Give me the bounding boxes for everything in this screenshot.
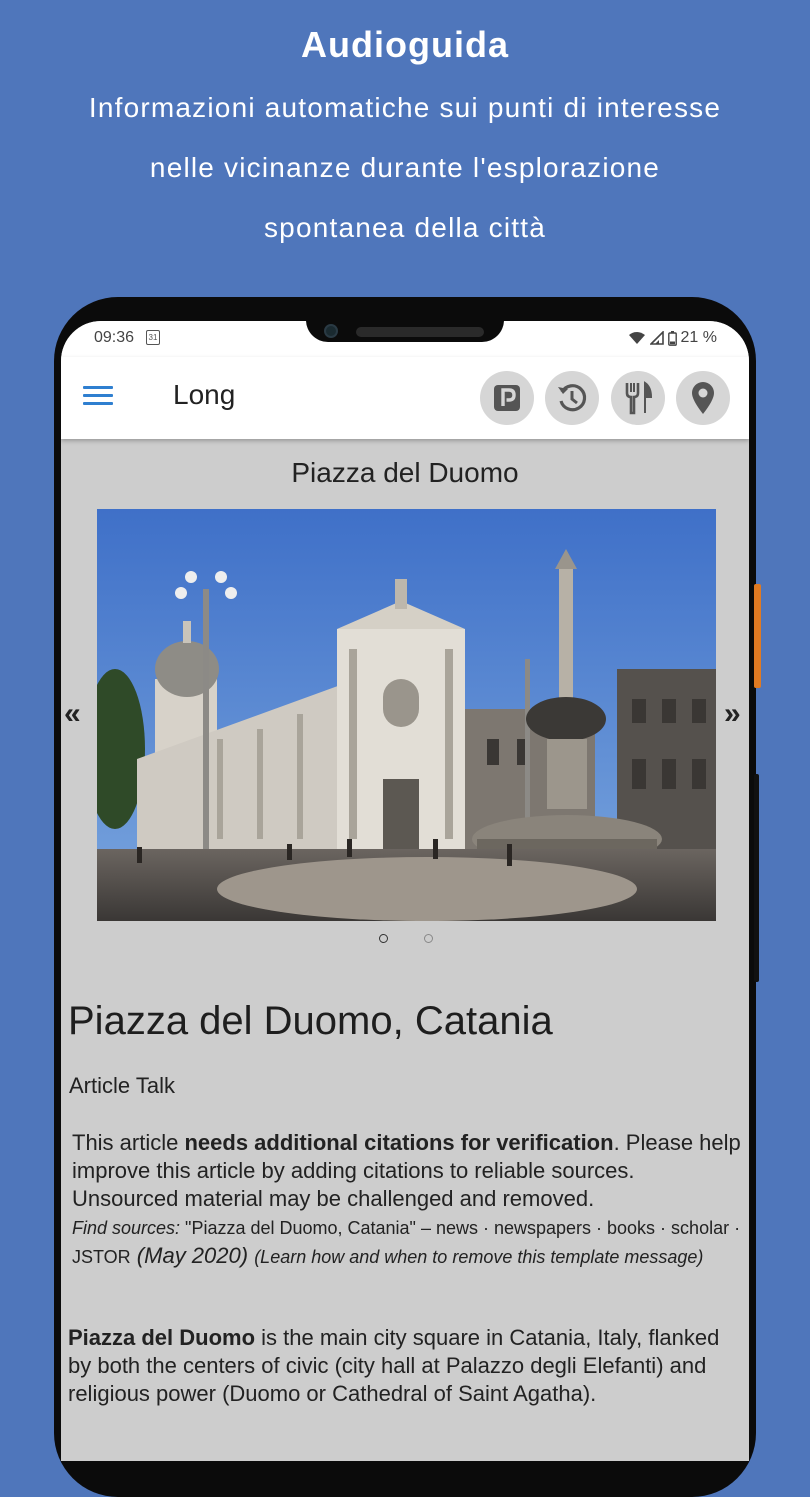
- restaurant-icon: [625, 381, 653, 415]
- article-paragraph: Piazza del Duomo is the main city square…: [68, 1324, 740, 1408]
- carousel-prev-button[interactable]: «: [64, 697, 81, 731]
- promo-line-1: Informazioni automatiche sui punti di in…: [88, 92, 722, 123]
- phone-side-button: [754, 584, 761, 688]
- front-camera: [324, 324, 338, 338]
- restaurant-button[interactable]: [611, 371, 665, 425]
- signal-icon: [649, 331, 664, 345]
- location-button[interactable]: [676, 371, 730, 425]
- status-time: 09:36: [94, 329, 135, 346]
- promo-line-3: spontanea della città: [263, 212, 547, 243]
- location-pin-icon: [692, 382, 714, 414]
- parking-button[interactable]: [480, 371, 534, 425]
- camera-notch: [306, 321, 504, 342]
- carousel-next-button[interactable]: »: [724, 697, 741, 731]
- app-bar: Long: [61, 357, 749, 439]
- status-bar: 09:36 31 21 %: [61, 321, 749, 357]
- citation-notice: This article needs additional citations …: [72, 1129, 744, 1271]
- history-button[interactable]: [545, 371, 599, 425]
- app-title: Long: [173, 379, 236, 410]
- battery-icon: [667, 330, 677, 346]
- calendar-icon: 31: [146, 330, 160, 345]
- pagination-dot[interactable]: [424, 934, 433, 943]
- parking-icon: [494, 385, 520, 411]
- notice-date: (May 2020): [130, 1243, 255, 1268]
- paragraph-subject: Piazza del Duomo: [68, 1325, 256, 1350]
- promo-line-2: nelle vicinanze durante l'esplorazione: [149, 152, 661, 183]
- phone-screen: 09:36 31 21 % Long Piazza del Duomo « » …: [61, 321, 749, 1461]
- place-photo[interactable]: [97, 509, 716, 921]
- notice-bold[interactable]: needs additional citations for verificat…: [184, 1130, 613, 1155]
- notice-lead: This article: [72, 1130, 185, 1155]
- cathedral-square-image: [97, 509, 716, 921]
- article-tabs[interactable]: Article Talk: [69, 1073, 175, 1099]
- promo-title: Audioguida: [301, 24, 509, 65]
- phone-power-button: [754, 774, 759, 982]
- pagination-dot-active[interactable]: [379, 934, 388, 943]
- wifi-icon: [628, 332, 645, 344]
- earpiece-speaker: [356, 327, 484, 337]
- battery-percent: 21 %: [680, 329, 717, 346]
- find-sources-label: Find sources:: [72, 1218, 181, 1238]
- carousel-pagination: [61, 934, 749, 950]
- status-icons: 21 %: [628, 329, 717, 347]
- learn-more-link[interactable]: (Learn how and when to remove this templ…: [254, 1247, 703, 1267]
- history-icon: [558, 384, 587, 412]
- article-title: Piazza del Duomo, Catania: [68, 999, 553, 1043]
- place-title: Piazza del Duomo: [291, 457, 519, 488]
- hamburger-menu-icon[interactable]: [83, 386, 113, 408]
